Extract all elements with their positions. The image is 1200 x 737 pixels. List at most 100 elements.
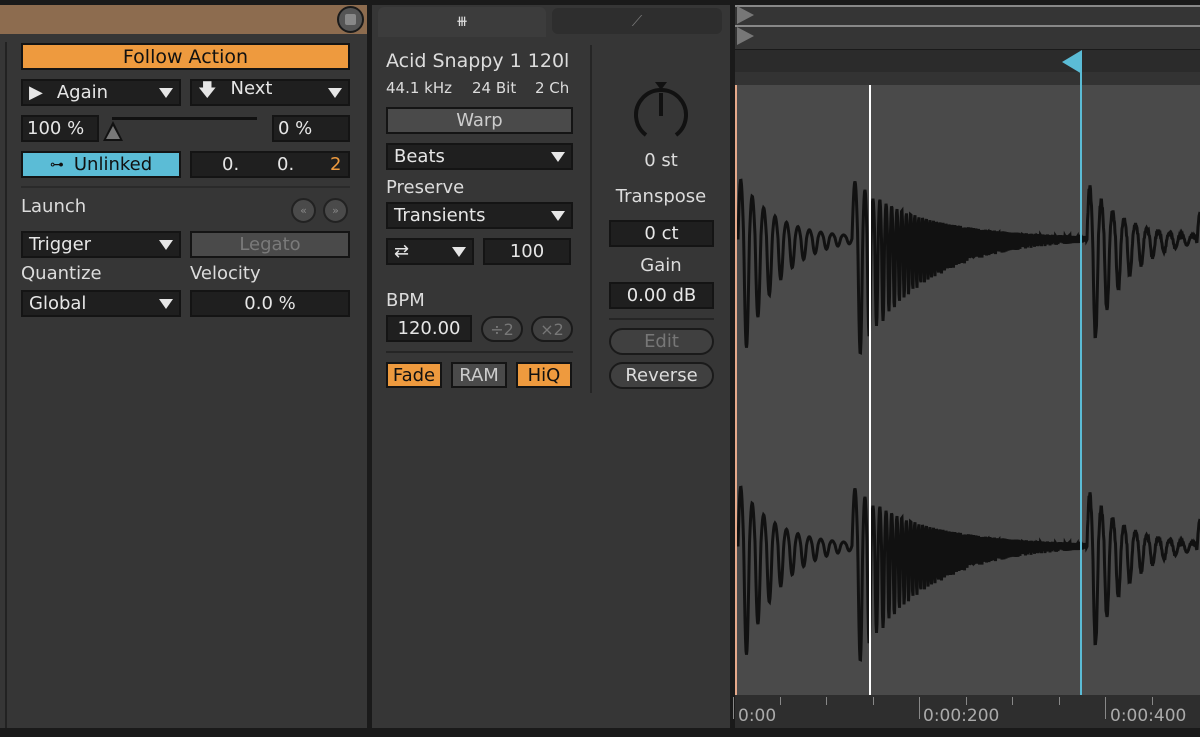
preserve-select[interactable]: Transients [386, 202, 573, 229]
quantize-label: Quantize [21, 263, 102, 284]
ruler-tick-label: 0:00 [738, 706, 777, 726]
action-b-label: Next [230, 79, 273, 99]
preserve-label: Preserve [386, 177, 465, 198]
loop-start-marker-icon[interactable] [737, 27, 754, 45]
preserve-value: Transients [394, 205, 486, 226]
transient-loop-mode-select[interactable]: ⇄ [386, 238, 474, 265]
velocity-label: Velocity [190, 263, 261, 284]
play-icon: ▶ [29, 82, 43, 103]
quantize-select[interactable]: Global [21, 290, 181, 317]
gain-field[interactable]: 0.00 dB [609, 282, 714, 309]
transient-envelope-field[interactable]: 100 [483, 238, 571, 265]
waveform-icon: ⧻ [455, 12, 469, 30]
chevron-down-icon [159, 239, 173, 250]
chance-a-field[interactable]: 100 % [21, 115, 99, 142]
edit-button[interactable]: Edit [609, 328, 714, 355]
ruler-tick [826, 697, 827, 705]
chevron-down-icon [452, 246, 466, 257]
hiq-button[interactable]: HiQ [516, 362, 572, 388]
ruler-tick-label: 0:00:400 [1110, 706, 1187, 726]
follow-action-b-select[interactable]: 🡇 Next [190, 79, 350, 106]
bpm-label: BPM [386, 290, 425, 311]
transpose-value: 0 st [644, 150, 678, 171]
chevron-down-icon [159, 298, 173, 309]
fast-forward-icon[interactable]: » [323, 198, 348, 223]
quantize-value: Global [29, 293, 87, 314]
transpose-knob[interactable] [628, 78, 694, 144]
rewind-icon[interactable]: « [291, 198, 316, 223]
floppy-disk-icon[interactable] [337, 6, 364, 33]
ruler-tick [1012, 697, 1013, 705]
transpose-label: Transpose [615, 186, 707, 207]
launch-mode-value: Trigger [29, 234, 92, 255]
follow-action-button[interactable]: Follow Action [21, 43, 350, 70]
divider [386, 351, 573, 353]
unlinked-button[interactable]: ⊶ Unlinked [21, 151, 181, 178]
loop-swap-icon: ⇄ [394, 241, 410, 262]
warp-mode-value: Beats [394, 146, 445, 167]
tab-sample[interactable]: ⧻ [378, 7, 546, 37]
legato-button[interactable]: Legato [190, 231, 350, 258]
unlinked-label: Unlinked [73, 154, 153, 175]
fade-button[interactable]: Fade [386, 362, 442, 388]
reverse-button[interactable]: Reverse [609, 362, 714, 389]
ruler-tick-label: 0:00:200 [923, 706, 1000, 726]
half-tempo-button[interactable]: ÷2 [481, 316, 523, 342]
playhead-flag-icon[interactable] [1062, 50, 1082, 74]
marker-lane-2 [735, 25, 1200, 49]
divider [5, 42, 7, 728]
launch-heading: Launch [21, 196, 87, 217]
ruler-tick [1151, 697, 1153, 705]
ruler-tick [779, 697, 781, 705]
divider [609, 318, 714, 320]
waveform-channel-2 [735, 485, 1200, 662]
time-beats: 0. [277, 154, 295, 175]
follow-action-time-field[interactable]: 0. 0. 2 [190, 151, 350, 178]
bpm-field[interactable]: 120.00 [386, 315, 472, 342]
link-icon: ⊶ [49, 156, 64, 173]
warp-marker[interactable] [869, 85, 871, 695]
time-sixteenths: 2 [330, 154, 342, 175]
action-a-label: Again [56, 82, 109, 103]
start-marker-icon[interactable] [737, 6, 754, 24]
ruler-tick [1058, 697, 1060, 705]
time-bars: 0. [222, 154, 240, 175]
ruler-tick [1105, 697, 1106, 719]
sample-channels: 2 Ch [535, 79, 570, 97]
follow-action-a-select[interactable]: ▶ Again [21, 79, 181, 106]
tab-envelopes[interactable]: ⟋ [552, 8, 722, 34]
chevron-down-icon [551, 210, 565, 221]
divider [590, 45, 592, 393]
sample-bits: 24 Bit [472, 79, 517, 97]
playhead-line[interactable] [1080, 52, 1082, 695]
chance-slider-track[interactable] [112, 117, 257, 120]
waveform-channel-1 [735, 178, 1200, 355]
ram-button[interactable]: RAM [451, 362, 507, 388]
sample-name: Acid Snappy 1 120l [386, 50, 570, 72]
clip-start-line [735, 85, 737, 695]
divider [21, 186, 350, 188]
detune-field[interactable]: 0 ct [609, 220, 714, 247]
velocity-field[interactable]: 0.0 % [190, 290, 350, 317]
chevron-down-icon [159, 87, 173, 98]
warp-button[interactable]: Warp [386, 107, 573, 134]
launch-panel [0, 5, 367, 728]
scrub-area[interactable] [735, 50, 1200, 72]
gain-label: Gain [640, 255, 682, 276]
double-tempo-button[interactable]: ×2 [531, 316, 573, 342]
launch-mode-select[interactable]: Trigger [21, 231, 181, 258]
clip-header [0, 5, 367, 34]
chance-b-field[interactable]: 0 % [272, 115, 350, 142]
arrow-down-icon: 🡇 [198, 79, 217, 101]
chance-slider-handle-fill [106, 126, 120, 139]
chevron-down-icon [328, 87, 342, 98]
envelope-icon: ⟋ [631, 12, 643, 30]
ruler-tick [919, 697, 920, 719]
waveform [735, 178, 1200, 662]
warp-mode-select[interactable]: Beats [386, 143, 573, 170]
sample-rate: 44.1 kHz [386, 79, 453, 97]
scrub-area-lower [735, 72, 1200, 85]
marker-lane-1 [735, 5, 1200, 25]
ruler-tick [733, 697, 734, 719]
ruler-tick [872, 697, 874, 705]
